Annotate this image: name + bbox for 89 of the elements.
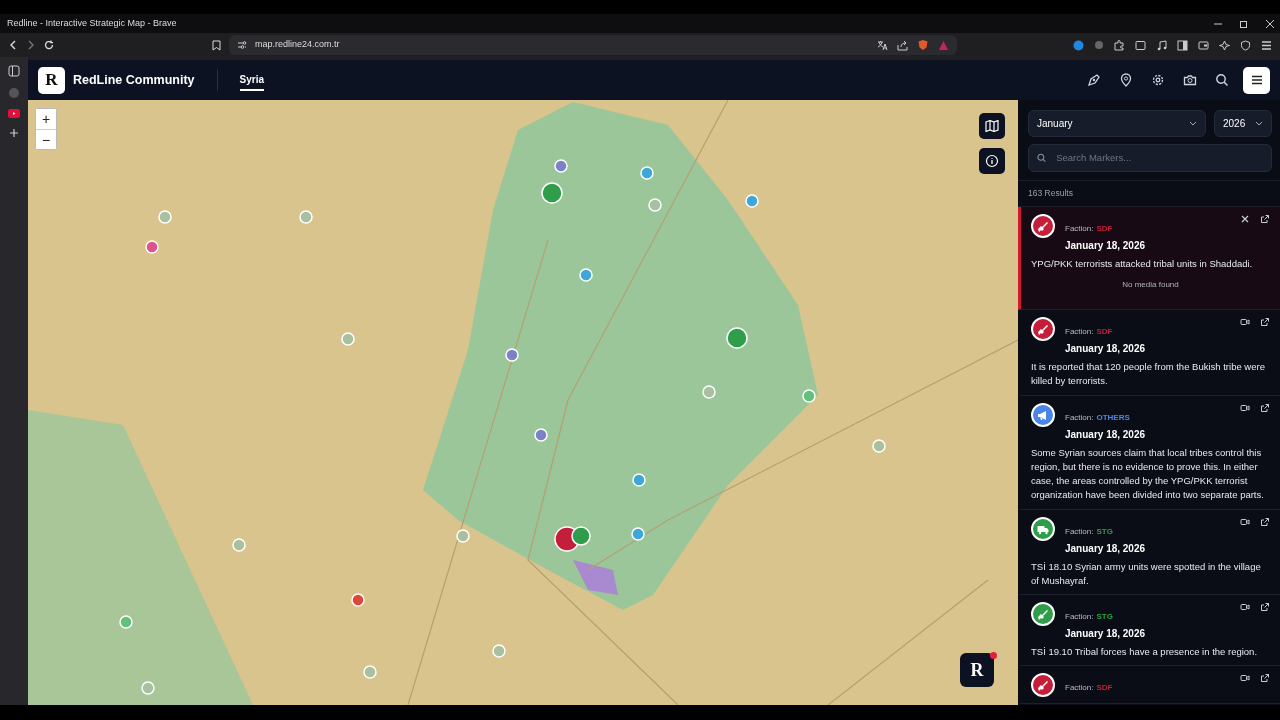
- event-date: January 18, 2026: [1065, 427, 1146, 442]
- results-count: 163 Results: [1018, 181, 1280, 207]
- info-button[interactable]: [979, 148, 1005, 174]
- event-card[interactable]: Faction: SDF January 18, 2026 YPG/PKK terrorists attacked tribal units in Shaddadi. No media found: [1018, 206, 1280, 310]
- event-date: January 18, 2026: [1065, 342, 1146, 356]
- bookmark-icon[interactable]: [212, 39, 221, 51]
- translate-icon[interactable]: [877, 39, 888, 51]
- triangle-icon[interactable]: [938, 39, 949, 51]
- shield-icon[interactable]: [1240, 39, 1251, 51]
- external-link-icon[interactable]: [1260, 673, 1270, 684]
- chevron-down-icon: [1255, 121, 1263, 126]
- video-site-icon[interactable]: [8, 109, 20, 118]
- external-link-icon[interactable]: [1260, 602, 1270, 612]
- share-icon[interactable]: [897, 39, 908, 51]
- menu-button[interactable]: [1243, 66, 1270, 94]
- sidebar-panel-icon[interactable]: [8, 65, 20, 77]
- chevron-down-icon: [1189, 121, 1197, 126]
- month-select[interactable]: January: [1028, 110, 1206, 137]
- video-icon[interactable]: [1240, 602, 1250, 612]
- event-card[interactable]: Faction: SDF January 18, 2026 It is reported that 120 people from the Bukish tribe were killed by terrorists.: [1018, 310, 1280, 396]
- notification-dot: [990, 652, 997, 659]
- faction-label: Faction:: [1065, 526, 1094, 536]
- video-icon[interactable]: [1240, 673, 1250, 684]
- close-icon[interactable]: [1240, 213, 1250, 224]
- search-icon: [1037, 153, 1047, 163]
- map-layers-button[interactable]: [979, 113, 1005, 139]
- location-pin-icon[interactable]: [1119, 73, 1133, 87]
- window-title: Redline - Interactive Strategic Map - Brave: [7, 16, 177, 30]
- add-icon[interactable]: [9, 128, 19, 138]
- restore-icon[interactable]: [1240, 19, 1248, 28]
- year-select[interactable]: 2026: [1214, 110, 1272, 137]
- puzzle-icon[interactable]: [1114, 39, 1125, 51]
- zoom-out-button[interactable]: −: [36, 129, 56, 149]
- faction-name: STG: [1096, 526, 1113, 536]
- search-field[interactable]: Search Markers...: [1054, 149, 1263, 167]
- faction-name: SDF: [1096, 327, 1113, 336]
- event-date: January 18, 2026: [1065, 541, 1146, 556]
- site-settings-icon[interactable]: [237, 40, 247, 50]
- sidebar-icon[interactable]: [1177, 39, 1188, 51]
- video-icon[interactable]: [1240, 516, 1250, 527]
- app-logo[interactable]: R: [38, 66, 65, 94]
- menu-icon[interactable]: [1261, 39, 1272, 51]
- faction-name: SDF: [1096, 223, 1113, 233]
- video-icon[interactable]: [1240, 402, 1250, 413]
- region-tab[interactable]: Syria: [239, 69, 264, 91]
- faction-label: Faction:: [1065, 412, 1094, 422]
- faction-name: SDF: [1096, 683, 1113, 693]
- event-text: YPG/PKK terrorists attacked tribal units in Shaddadi.: [1031, 256, 1254, 271]
- app-badge-button[interactable]: R: [960, 653, 994, 687]
- music-icon[interactable]: [1156, 39, 1167, 51]
- external-link-icon[interactable]: [1260, 516, 1270, 527]
- external-link-icon[interactable]: [1260, 213, 1270, 224]
- faction-name: OTHERS: [1096, 412, 1130, 422]
- event-text: It is reported that 120 people from the Bukish tribe were killed by terrorists.: [1031, 360, 1266, 389]
- event-date: January 18, 2026: [1065, 238, 1146, 253]
- faction-name: STG: [1096, 612, 1113, 621]
- sparkle-icon[interactable]: [1219, 39, 1230, 51]
- event-card[interactable]: Faction: STG January 18, 2026 TSİ 19.10 Tribal forces have a presence in the region.: [1018, 595, 1280, 667]
- info-icon: [985, 154, 999, 168]
- event-date: January 18, 2026: [1065, 627, 1146, 641]
- wallet-icon[interactable]: [1198, 39, 1209, 51]
- back-icon[interactable]: [8, 40, 18, 50]
- map-icon: [985, 120, 999, 132]
- faction-label: Faction:: [1065, 612, 1094, 621]
- event-card[interactable]: Faction: STG January 18, 2026 TSİ 18.10 Syrian army units were spotted in the village of Mushayraf.: [1018, 509, 1280, 595]
- video-icon[interactable]: [1240, 317, 1250, 327]
- camera-icon[interactable]: [1183, 73, 1197, 87]
- pen-icon[interactable]: [1087, 73, 1101, 87]
- settings-icon[interactable]: [1151, 73, 1165, 87]
- external-link-icon[interactable]: [1260, 317, 1270, 327]
- reload-icon[interactable]: [44, 40, 54, 50]
- no-media-text: No media found: [1121, 279, 1180, 291]
- event-card[interactable]: Faction: SDF: [1018, 666, 1280, 705]
- close-icon[interactable]: [1266, 19, 1274, 28]
- event-text: TSİ 18.10 Syrian army units were spotted in the village of Mushayraf.: [1031, 559, 1262, 588]
- faction-label: Faction:: [1065, 683, 1094, 693]
- event-text: Some Syrian sources claim that local tribes control this region, but there is no evidence to prove this. In either case, the areas controlled by the YPG/PKK terrorist organization have been divided into two separate parts.: [1031, 445, 1265, 503]
- faction-label: Faction:: [1065, 327, 1094, 336]
- search-box[interactable]: Search Markers...: [1028, 144, 1272, 172]
- external-link-icon[interactable]: [1260, 402, 1270, 413]
- reader-icon[interactable]: [1135, 39, 1146, 51]
- search-icon[interactable]: [1215, 73, 1229, 87]
- menu-icon: [1250, 75, 1263, 85]
- app-name: RedLine Community: [73, 71, 195, 89]
- forward-icon[interactable]: [26, 40, 36, 50]
- address-bar[interactable]: map.redline24.com.tr: [229, 35, 957, 55]
- url-text: map.redline24.com.tr: [255, 38, 340, 52]
- faction-label: Faction:: [1065, 223, 1094, 233]
- event-text: TSİ 19.10 Tribal forces have a presence in the region.: [1031, 645, 1259, 659]
